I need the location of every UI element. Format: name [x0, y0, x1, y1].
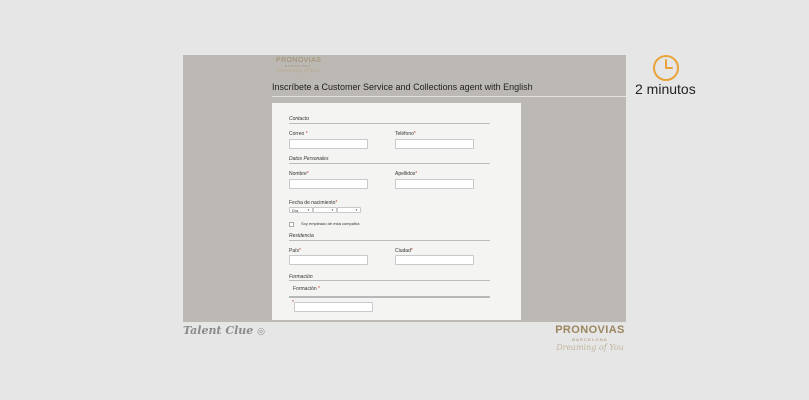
- dob-day-value: Día: [292, 208, 299, 213]
- talentclue-logo: Talent Clue ◎: [183, 324, 265, 337]
- dob-month-select[interactable]: ▼: [313, 207, 337, 213]
- application-form: Contacto Correo * Teléfono* Datos Person…: [272, 103, 521, 320]
- section-divider: [289, 123, 490, 124]
- section-contacto: Contacto: [289, 116, 310, 122]
- pronovias-footer-logo: PRONOVIAS BARCELONA Dreaming of You: [555, 324, 625, 352]
- footer-logo-script: Dreaming of You: [556, 343, 624, 352]
- dob-year-select[interactable]: ▼: [337, 207, 361, 213]
- phone-field[interactable]: [395, 139, 474, 149]
- section-divider: [289, 163, 490, 164]
- apellidos-label: Apellidos*: [395, 171, 418, 177]
- header-logo-script: Dreaming of You: [276, 68, 320, 74]
- section-divider: [289, 240, 490, 241]
- page-title: Inscríbete a Customer Service and Collec…: [272, 82, 533, 92]
- telefono-label: Teléfono*: [395, 131, 416, 137]
- section-divider: [289, 280, 490, 281]
- correo-label: Correo *: [289, 131, 308, 137]
- country-field[interactable]: [289, 255, 368, 265]
- chevron-down-icon: ▼: [355, 208, 358, 212]
- city-field[interactable]: [395, 255, 474, 265]
- chevron-down-icon: ▼: [331, 208, 334, 212]
- email-field[interactable]: [289, 139, 368, 149]
- clock-icon: [653, 55, 679, 81]
- footer-logo-sub: BARCELONA: [572, 337, 608, 342]
- fecha-label: Fecha de nacimiento*: [289, 200, 338, 206]
- header-logo-brand: PRONOVIAS: [276, 57, 322, 64]
- footer-logo-brand: PRONOVIAS: [555, 324, 625, 336]
- pais-label: País*: [289, 248, 301, 254]
- first-name-field[interactable]: [289, 179, 368, 189]
- chevron-down-icon: ▼: [307, 208, 310, 212]
- nombre-label: Nombre*: [289, 171, 309, 177]
- formacion-label: Formación *: [293, 286, 320, 292]
- section-residencia: Residencia: [289, 233, 314, 239]
- last-name-field[interactable]: [395, 179, 474, 189]
- talentclue-logo-text: Talent Clue: [183, 324, 254, 337]
- employee-checkbox[interactable]: [289, 222, 294, 227]
- title-divider: [272, 96, 626, 97]
- duration-text: 2 minutos: [635, 81, 696, 97]
- dob-day-select[interactable]: Día ▼: [289, 207, 313, 213]
- formacion-divider-bar: [289, 296, 490, 298]
- ciudad-label: Ciudad*: [395, 248, 413, 254]
- pronovias-header-logo: PRONOVIAS BARCELONA Dreaming of You: [276, 57, 322, 74]
- section-datos-personales: Datos Personales: [289, 156, 329, 162]
- education-field[interactable]: [294, 302, 373, 312]
- employee-checkbox-label: Soy empleado de esta compañía: [301, 221, 360, 226]
- location-pin-icon: ◎: [257, 327, 265, 337]
- form-screenshot: PRONOVIAS BARCELONA Dreaming of You Insc…: [183, 55, 626, 322]
